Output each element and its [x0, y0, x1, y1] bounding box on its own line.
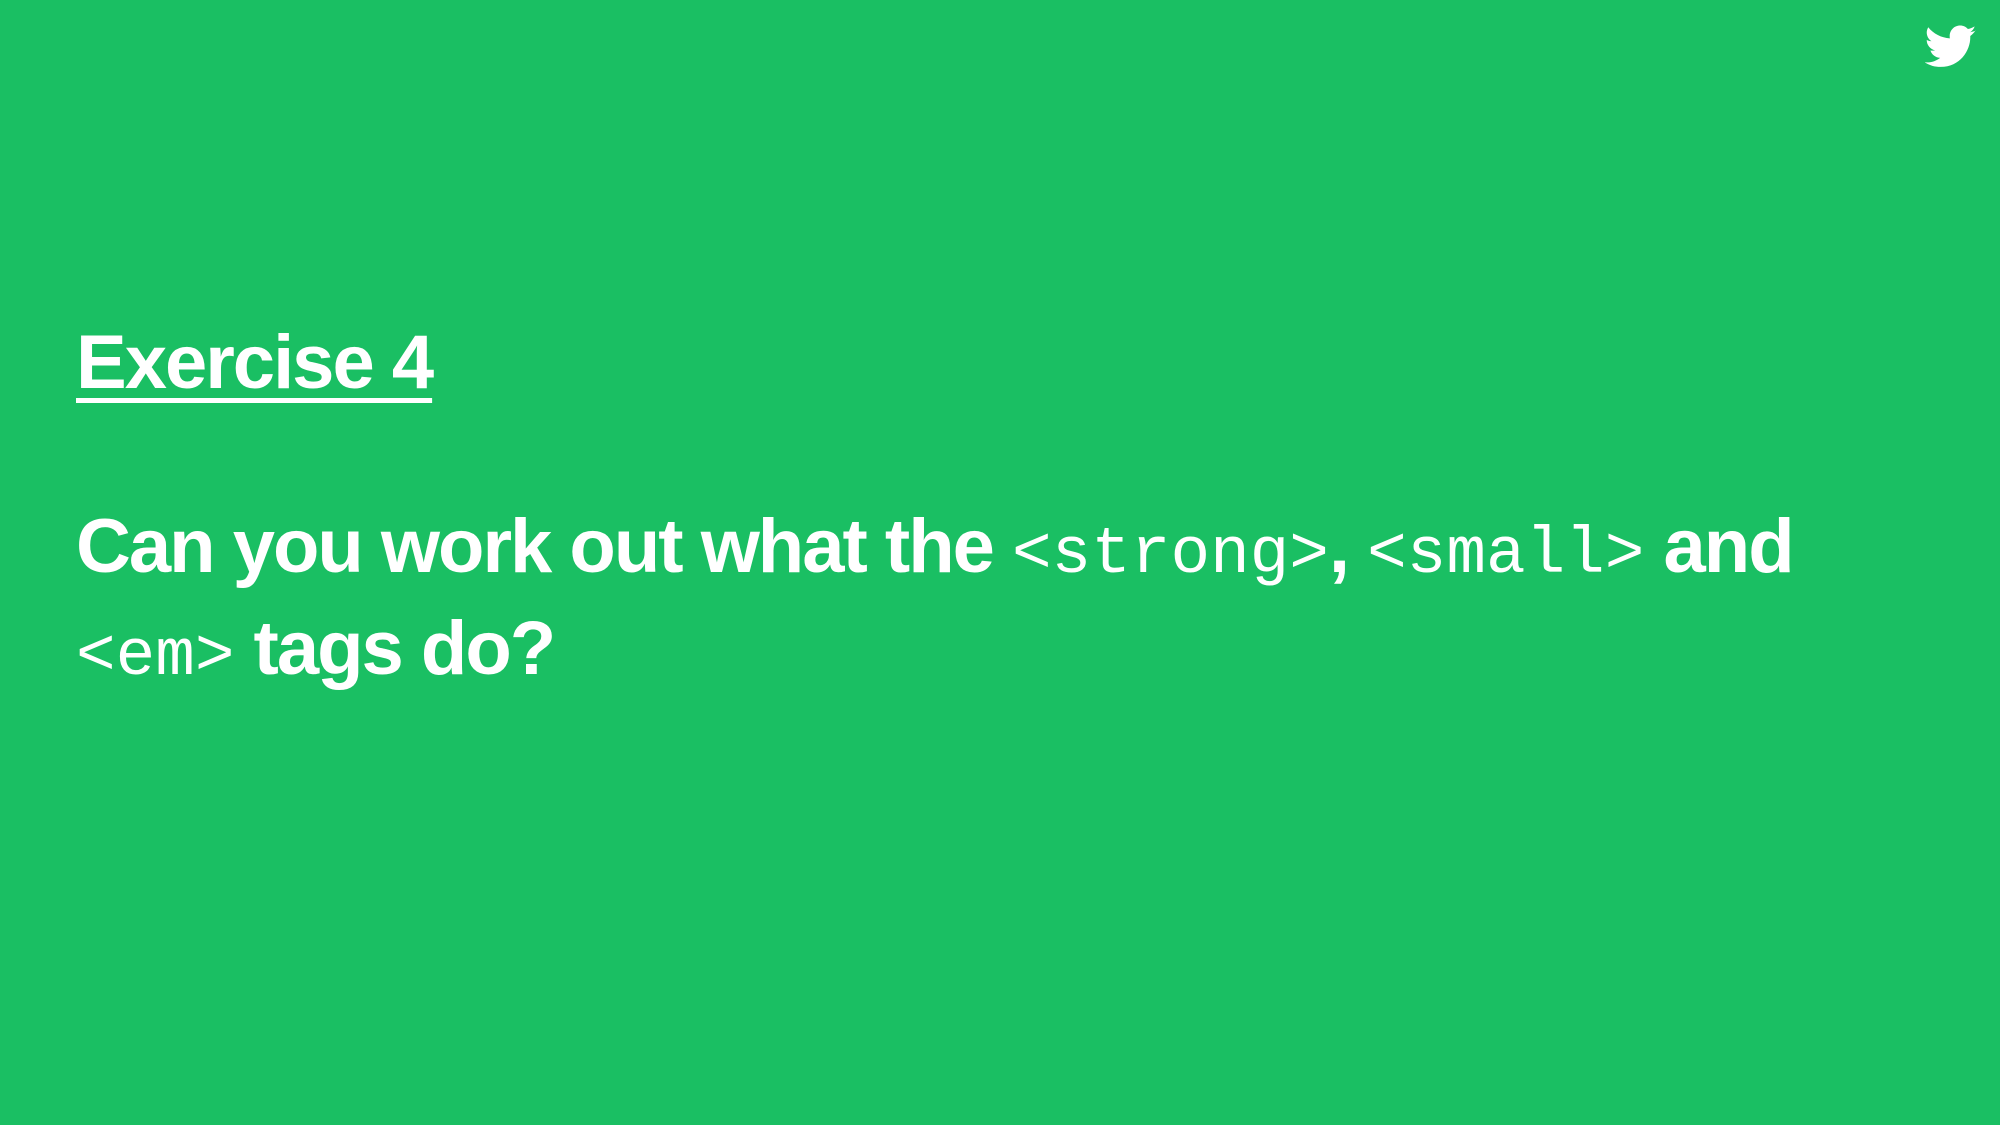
- slide: Exercise 4 Can you work out what the <st…: [0, 0, 2000, 1125]
- code-strong-tag: <strong>: [1012, 517, 1329, 592]
- exercise-question: Can you work out what the <strong>, <sma…: [76, 500, 1956, 704]
- twitter-bird-icon[interactable]: [1925, 24, 1977, 70]
- question-text-4: tags do?: [234, 606, 557, 691]
- question-text-2: ,: [1328, 504, 1368, 589]
- slide-title: Exercise 4: [76, 320, 434, 405]
- question-text-1: Can you work out what the: [76, 504, 1013, 589]
- code-small-tag: <small>: [1367, 517, 1645, 592]
- code-em-tag: <em>: [76, 619, 235, 694]
- question-text-3: and: [1644, 504, 1795, 589]
